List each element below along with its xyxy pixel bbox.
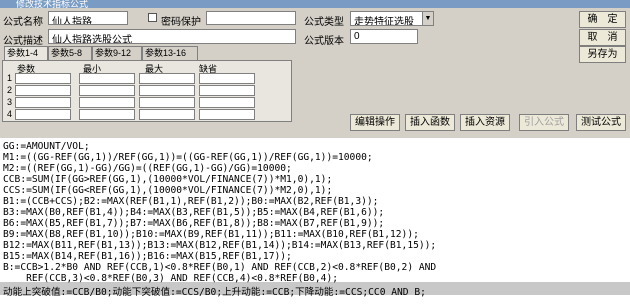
param-3-max-input[interactable] [139, 97, 195, 108]
description-input[interactable]: 仙人指路选股公式 [48, 29, 296, 44]
code-line: B9:=MAX(B8,REF(B1,10));B10:=MAX(B9,REF(B… [3, 229, 419, 240]
tab-params-9-12[interactable]: 参数9-12 [92, 46, 142, 60]
title-bar: 修改技术指标公式 [0, 0, 630, 8]
code-line: 动能上突破值:=CCB/B0;动能下突破值:=CCS/B0;上升动能:=CCB;… [3, 287, 426, 298]
code-line: M2:=((REF(GG,1)-GG)/GG)=((REF(GG,1)-GG)/… [3, 163, 292, 174]
code-line: B6:=MAX(B5,REF(B1,7));B7:=MAX(B6,REF(B1,… [3, 218, 385, 229]
name-input[interactable]: 仙人指路 [48, 11, 128, 25]
param-1-default-input[interactable] [199, 73, 255, 84]
param-4-max-input[interactable] [139, 109, 195, 120]
param-4-name-input[interactable] [15, 109, 71, 120]
param-1-name-input[interactable] [15, 73, 71, 84]
password-input[interactable] [206, 11, 296, 25]
code-line: B12:=MAX(B11,REF(B1,13));B13:=MAX(B12,RE… [3, 240, 437, 251]
import-formula-button[interactable]: 引入公式 [519, 114, 569, 131]
insert-function-button[interactable]: 插入函数 [405, 114, 455, 131]
code-line: M1:=((GG-REF(GG,1))/REF(GG,1))=((GG-REF(… [3, 152, 373, 163]
tab-params-5-8[interactable]: 参数5-8 [48, 46, 92, 60]
code-line: CCB:=SUM(IF(GG>REF(GG,1),(10000*VOL/FINA… [3, 174, 333, 185]
param-2-default-input[interactable] [199, 85, 255, 96]
description-label: 公式描述 [3, 36, 43, 47]
ok-button[interactable]: 确 定 [579, 11, 626, 28]
name-label: 公式名称 [3, 17, 43, 28]
param-row-number: 2 [7, 85, 13, 95]
type-select-value: 走势特征选股 [354, 17, 414, 26]
password-label: 密码保护 [161, 17, 201, 28]
param-1-min-input[interactable] [79, 73, 135, 84]
insert-resource-button[interactable]: 插入资源 [460, 114, 510, 131]
param-4-default-input[interactable] [199, 109, 255, 120]
param-4-min-input[interactable] [79, 109, 135, 120]
code-line: B1:=(CCB+CCS);B2:=MAX(REF(B1,1),REF(B1,2… [3, 196, 379, 207]
code-line: B15:=MAX(B14,REF(B1,16));B16:=MAX(B15,RE… [3, 251, 292, 262]
save-as-button[interactable]: 另存为 [579, 46, 626, 63]
cancel-button[interactable]: 取 消 [579, 29, 626, 46]
param-2-min-input[interactable] [79, 85, 135, 96]
param-row-number: 1 [7, 73, 13, 83]
param-row-number: 4 [7, 109, 13, 119]
param-1-max-input[interactable] [139, 73, 195, 84]
param-3-name-input[interactable] [15, 97, 71, 108]
edit-ops-button[interactable]: 编辑操作 [350, 114, 400, 131]
code-line: B:=CCB>1.2*B0 AND REF(CCB,1)<0.8*REF(B0,… [3, 262, 437, 273]
password-checkbox[interactable] [148, 13, 157, 22]
param-row-number: 3 [7, 97, 13, 107]
chevron-down-icon[interactable]: ▼ [422, 12, 433, 25]
tab-params-13-16[interactable]: 参数13-16 [142, 46, 198, 60]
code-line: REF(CCB,3)<0.8*REF(B0,3) AND REF(CCB,4)<… [3, 273, 339, 284]
param-2-max-input[interactable] [139, 85, 195, 96]
formula-editor[interactable]: GG:=AMOUNT/VOL; M1:=((GG-REF(GG,1))/REF(… [0, 138, 630, 305]
type-label: 公式类型 [304, 17, 344, 28]
test-formula-button[interactable]: 测试公式 [576, 114, 626, 131]
window-title: 修改技术指标公式 [16, 0, 89, 8]
version-input[interactable]: 0 [350, 29, 418, 44]
param-2-name-input[interactable] [15, 85, 71, 96]
param-3-min-input[interactable] [79, 97, 135, 108]
code-line: B3:=MAX(B0,REF(B1,4));B4:=MAX(B3,REF(B1,… [3, 207, 385, 218]
code-line: CCS:=SUM(IF(GG<REF(GG,1),(10000*VOL/FINA… [3, 185, 333, 196]
code-line: GG:=AMOUNT/VOL; [3, 141, 90, 152]
params-panel: 参数 最小 最大 缺省 1 2 3 4 [2, 60, 292, 122]
version-label: 公式版本 [304, 36, 344, 47]
type-select[interactable]: 走势特征选股 ▼ [350, 11, 434, 26]
tab-params-1-4[interactable]: 参数1-4 [4, 46, 48, 61]
param-3-default-input[interactable] [199, 97, 255, 108]
